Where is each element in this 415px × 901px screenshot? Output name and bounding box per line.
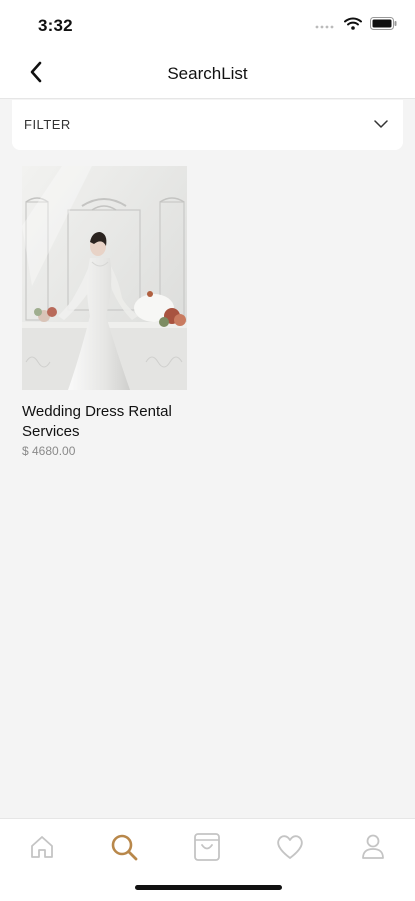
signal-icon: [314, 17, 336, 35]
profile-icon: [360, 833, 386, 866]
status-bar: 3:32: [0, 0, 415, 52]
chevron-down-icon: [373, 116, 389, 137]
bag-icon: [192, 831, 222, 868]
home-indicator: [135, 885, 282, 890]
heart-icon: [275, 833, 305, 866]
tab-favorites[interactable]: [270, 829, 310, 869]
status-icons: [314, 17, 397, 35]
product-image[interactable]: [22, 166, 187, 390]
tab-home[interactable]: [22, 829, 62, 869]
product-title[interactable]: Wedding Dress Rental Services: [22, 402, 190, 442]
home-icon: [28, 833, 56, 866]
product-price: $ 4680.00: [22, 444, 76, 458]
page-title: SearchList: [167, 64, 248, 83]
tab-cart[interactable]: [187, 829, 227, 869]
tab-profile[interactable]: [353, 829, 393, 869]
product-card[interactable]: Wedding Dress Rental Services $ 4680.00: [22, 166, 190, 458]
nav-bar: SearchList: [0, 52, 415, 99]
filter-label: FILTER: [24, 117, 71, 132]
filter-dropdown[interactable]: FILTER: [12, 100, 403, 150]
search-icon: [109, 832, 139, 867]
battery-icon: [370, 17, 397, 35]
wifi-icon: [344, 17, 362, 35]
tab-search[interactable]: [104, 829, 144, 869]
status-time: 3:32: [38, 16, 73, 35]
